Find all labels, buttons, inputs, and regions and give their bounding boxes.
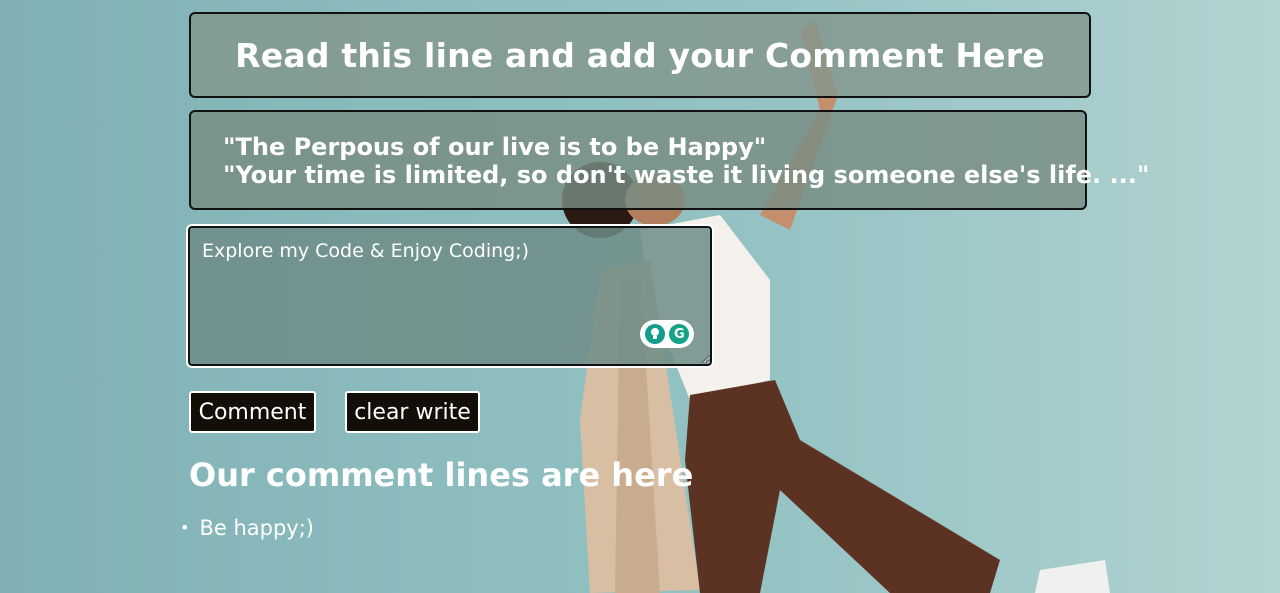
list-item: Be happy;) (180, 516, 314, 540)
page-header: Read this line and add your Comment Here (189, 12, 1091, 98)
quote-line-2: "Your time is limited, so don't waste it… (223, 161, 1150, 189)
grammarly-widget[interactable]: G (640, 320, 694, 348)
comment-button[interactable]: Comment (189, 391, 316, 433)
quote-box: "The Perpous of our live is to be Happy"… (189, 110, 1150, 210)
comment-list: Be happy;) (180, 516, 314, 540)
comments-section-title: Our comment lines are here (189, 456, 694, 494)
lightbulb-icon[interactable] (644, 324, 665, 344)
grammarly-icon[interactable]: G (669, 324, 690, 344)
comment-textarea[interactable] (186, 224, 714, 368)
page-title: Read this line and add your Comment Here (235, 35, 1045, 75)
quote-line-1: "The Perpous of our live is to be Happy" (223, 133, 767, 161)
clear-write-button[interactable]: clear write (345, 391, 480, 433)
